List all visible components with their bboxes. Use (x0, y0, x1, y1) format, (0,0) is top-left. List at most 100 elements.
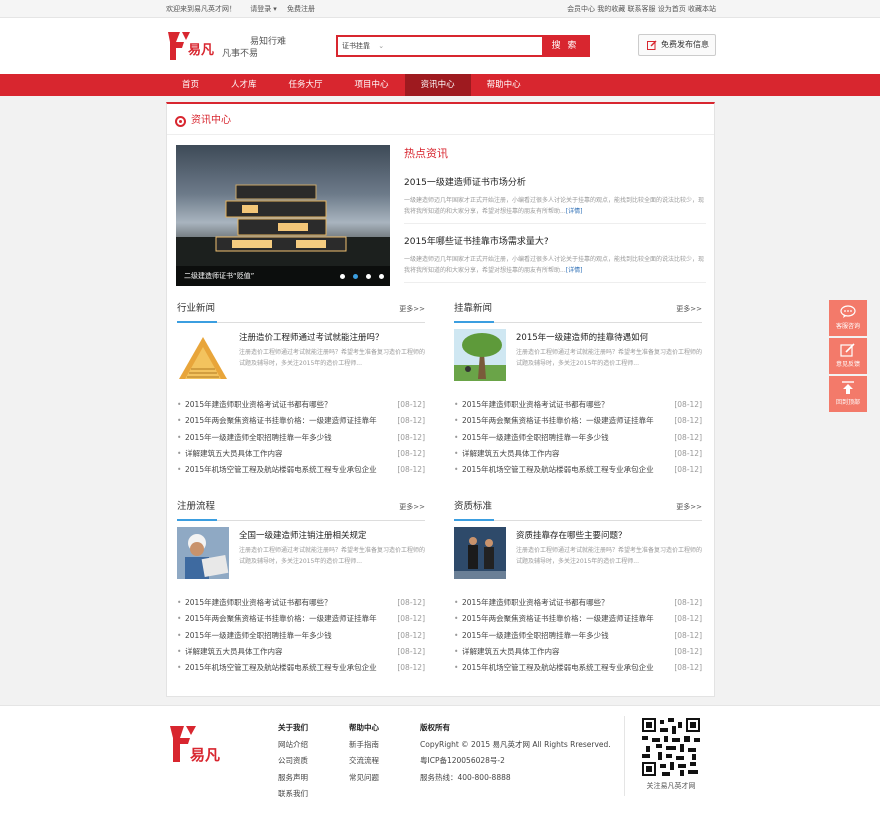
details-link[interactable]: [详情] (566, 208, 583, 215)
divider (177, 519, 425, 521)
nav-item-home[interactable]: 首页 (166, 74, 215, 96)
more-link[interactable]: 更多>> (676, 498, 702, 516)
section-qualification-standards: 资质标准 更多>> 资质挂靠存在哪些主要问题？ 注册造价工程师通过考试就能注册吗？… (454, 498, 702, 677)
footer-about: 关于我们 网站介绍 公司资质 服务声明 联系我们 (278, 720, 308, 803)
list-item[interactable]: 2015年一级建造师全职招聘挂靠一年多少钱[08-12] (454, 430, 702, 447)
register-link[interactable]: 免费注册 (287, 5, 315, 13)
section-heading: 挂靠新闻 (454, 303, 493, 314)
bookmark-site-link[interactable]: 收藏本站 (688, 5, 716, 13)
news-list: 2015年建造师职业资格考试证书都有哪些？[08-12] 2015年两会聚焦资格… (454, 397, 702, 479)
carousel-dot[interactable] (366, 274, 371, 279)
carousel-dot[interactable] (340, 274, 345, 279)
icp-line: 粤ICP备120056028号-2 (420, 756, 505, 765)
footer-heading: 帮助中心 (349, 723, 379, 732)
list-item[interactable]: 2015年建造师职业资格考试证书都有哪些？[08-12] (177, 595, 425, 612)
section-heading: 资质标准 (454, 501, 493, 512)
featured-desc: 注册造价工程师通过考试就能注册吗？希望考生准备复习造价工程师的试题及辅导时，多关… (239, 349, 426, 367)
customer-service-button[interactable]: 客服咨询 (829, 300, 867, 336)
target-icon (175, 116, 186, 127)
nav-item-news[interactable]: 资讯中心 (404, 74, 471, 96)
nav-item-help[interactable]: 帮助中心 (471, 74, 537, 96)
featured-article[interactable]: 注册造价工程师通过考试就能注册吗？ 注册造价工程师通过考试就能注册吗？希望考生准… (177, 329, 425, 383)
featured-article[interactable]: 2015年一级建造师的挂靠待遇如何 注册造价工程师通过考试就能注册吗？希望考生准… (454, 329, 702, 383)
footer-logo: 易凡 (168, 720, 232, 770)
hot-article-title[interactable]: 2015年哪些证书挂靠市场需求量大? (404, 234, 706, 250)
edit-icon (647, 40, 657, 50)
arrow-up-icon (842, 381, 854, 394)
hot-news: 热点资讯 2015一级建造师证书市场分析 一级建造师迈几年国家才正式开始注册，小… (404, 145, 706, 283)
footer-link[interactable]: 服务声明 (278, 770, 308, 787)
list-item[interactable]: 详解建筑五大员具体工作内容[08-12] (454, 446, 702, 463)
footer-link[interactable]: 联系我们 (278, 786, 308, 803)
list-item[interactable]: 2015年一级建造师全职招聘挂靠一年多少钱[08-12] (177, 628, 425, 645)
section-heading: 注册流程 (177, 501, 216, 512)
list-item[interactable]: 2015年机场空管工程及航站楼弱电系统工程专业承包企业[08-12] (177, 660, 425, 677)
footer-link[interactable]: 网站介绍 (278, 737, 308, 754)
member-center-link[interactable]: 会员中心 (567, 5, 595, 13)
banner-carousel[interactable]: 二级建造师证书“贬值” (176, 145, 390, 286)
contact-service-link[interactable]: 联系客服 (628, 5, 656, 13)
footer-link[interactable]: 常见问题 (349, 770, 379, 787)
list-item[interactable]: 详解建筑五大员具体工作内容[08-12] (454, 644, 702, 661)
list-item[interactable]: 详解建筑五大员具体工作内容[08-12] (177, 644, 425, 661)
carousel-dots (340, 274, 384, 279)
hot-article-title[interactable]: 2015一级建造师证书市场分析 (404, 175, 706, 191)
hot-article: 2015一级建造师证书市场分析 一级建造师迈几年国家才正式开始注册，小编看过很多… (404, 175, 706, 224)
more-link[interactable]: 更多>> (399, 498, 425, 516)
divider (624, 716, 625, 796)
list-item[interactable]: 2015年机场空管工程及航站楼弱电系统工程专业承包企业[08-12] (454, 660, 702, 677)
list-item[interactable]: 2015年两会聚焦资格证书挂靠价格：一级建造师证挂靠年[08-12] (454, 413, 702, 430)
featured-image (454, 329, 506, 381)
details-link[interactable]: [详情] (566, 267, 583, 274)
footer-link[interactable]: 新手指南 (349, 737, 379, 754)
list-item[interactable]: 2015年建造师职业资格考试证书都有哪些？[08-12] (177, 397, 425, 414)
svg-text:凡事不易: 凡事不易 (222, 47, 258, 59)
feedback-button[interactable]: 意见反馈 (829, 338, 867, 374)
nav-item-tasks[interactable]: 任务大厅 (273, 74, 339, 96)
featured-desc: 注册造价工程师通过考试就能注册吗？希望考生准备复习造价工程师的试题及辅导时，多关… (516, 547, 703, 565)
nav-item-talent[interactable]: 人才库 (215, 74, 273, 96)
back-to-top-button[interactable]: 回到顶部 (829, 376, 867, 412)
list-item[interactable]: 2015年一级建造师全职招聘挂靠一年多少钱[08-12] (177, 430, 425, 447)
login-link[interactable]: 请登录 (250, 5, 271, 13)
footer-link[interactable]: 公司资质 (278, 753, 308, 770)
featured-title: 资质挂靠存在哪些主要问题？ (516, 531, 627, 541)
divider (167, 134, 714, 135)
footer-heading: 版权所有 (420, 723, 450, 732)
search-scope-select[interactable]: 证书挂靠 ⌄ (342, 37, 384, 55)
featured-article[interactable]: 资质挂靠存在哪些主要问题？ 注册造价工程师通过考试就能注册吗？希望考生准备复习造… (454, 527, 702, 581)
footer: 易凡 关于我们 网站介绍 公司资质 服务声明 联系我们 帮助中心 新手指南 交流… (0, 705, 880, 822)
publish-button[interactable]: 免费发布信息 (638, 34, 716, 56)
list-item[interactable]: 2015年一级建造师全职招聘挂靠一年多少钱[08-12] (454, 628, 702, 645)
edit-icon (840, 343, 855, 357)
my-favorites-link[interactable]: 我的收藏 (597, 5, 625, 13)
list-item[interactable]: 2015年建造师职业资格考试证书都有哪些？[08-12] (454, 397, 702, 414)
search-button[interactable]: 搜 索 (542, 37, 588, 55)
carousel-dot-active[interactable] (353, 274, 358, 279)
set-homepage-link[interactable]: 设为首页 (658, 5, 686, 13)
divider (404, 223, 706, 224)
panel-title: 资讯中心 (175, 112, 231, 130)
list-item[interactable]: 2015年两会聚焦资格证书挂靠价格：一级建造师证挂靠年[08-12] (177, 611, 425, 628)
nav-item-projects[interactable]: 项目中心 (339, 74, 405, 96)
featured-desc: 注册造价工程师通过考试就能注册吗？希望考生准备复习造价工程师的试题及辅导时，多关… (516, 349, 703, 367)
more-link[interactable]: 更多>> (399, 300, 425, 318)
list-item[interactable]: 2015年机场空管工程及航站楼弱电系统工程专业承包企业[08-12] (177, 462, 425, 479)
list-item[interactable]: 2015年建造师职业资格考试证书都有哪些？[08-12] (454, 595, 702, 612)
hot-article: 2015年哪些证书挂靠市场需求量大? 一级建造师迈几年国家才正式开始注册，小编看… (404, 234, 706, 283)
more-link[interactable]: 更多>> (676, 300, 702, 318)
hot-article-desc: 一级建造师迈几年国家才正式开始注册，小编看过很多人讨论关于挂靠的观点，能找到比较… (404, 256, 705, 274)
featured-image (177, 527, 229, 579)
list-item[interactable]: 2015年两会聚焦资格证书挂靠价格：一级建造师证挂靠年[08-12] (177, 413, 425, 430)
footer-link[interactable]: 交流流程 (349, 753, 379, 770)
list-item[interactable]: 详解建筑五大员具体工作内容[08-12] (177, 446, 425, 463)
site-logo[interactable]: 易凡 凡事不易 易知行难 (166, 26, 296, 66)
footer-help: 帮助中心 新手指南 交流流程 常见问题 (349, 720, 379, 786)
chevron-down-icon: ⌄ (378, 42, 385, 50)
list-item[interactable]: 2015年机场空管工程及航站楼弱电系统工程专业承包企业[08-12] (454, 462, 702, 479)
list-item[interactable]: 2015年两会聚焦资格证书挂靠价格：一级建造师证挂靠年[08-12] (454, 611, 702, 628)
carousel-dot[interactable] (379, 274, 384, 279)
section-affiliation-news: 挂靠新闻 更多>> 2015年一级建造师的挂靠待遇如何 注册造价工程师通过考试就能… (454, 300, 702, 479)
featured-article[interactable]: 全国一级建造师注销注册相关规定 注册造价工程师通过考试就能注册吗？希望考生准备复… (177, 527, 425, 581)
svg-text:易知行难: 易知行难 (250, 35, 286, 47)
